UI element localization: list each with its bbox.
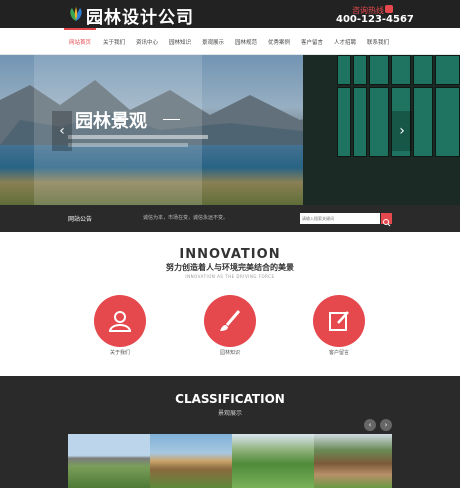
site-logo-text[interactable]: 园林设计公司: [86, 3, 194, 28]
feature-knowledge-button[interactable]: [204, 295, 256, 347]
phone-icon: [385, 5, 393, 13]
feature-messages-label[interactable]: 客户留言: [309, 349, 369, 356]
innovation-subtitle: 努力创造着人与环境完美结合的美景: [166, 263, 294, 272]
nav-item-contact[interactable]: 联系我们: [362, 28, 394, 55]
nav-item-news[interactable]: 资讯中心: [131, 28, 163, 55]
hero-title: 园林景观: [75, 111, 147, 132]
notice-text: 诚信为本，市场在变，诚信永远不变。: [143, 215, 229, 221]
hero-next-arrow-icon[interactable]: ›: [392, 111, 412, 151]
gallery-image-4[interactable]: [314, 434, 392, 488]
nav-item-showcase[interactable]: 景观展示: [197, 28, 229, 55]
main-nav: 网站首页 关于我们 资讯中心 园林知识 景观展示 园林规范 优秀案例 客户留言 …: [0, 28, 460, 55]
gallery-image-2[interactable]: [150, 434, 232, 488]
top-header: 园林设计公司 咨询热线 400-123-4567: [0, 0, 460, 28]
feature-knowledge-label[interactable]: 园林知识: [200, 349, 260, 356]
leaf-logo-icon: [70, 7, 82, 21]
hero-prev-arrow-icon[interactable]: ‹: [52, 111, 72, 151]
innovation-english: INNOVATION AS THE DRIVING FORCE: [185, 274, 275, 279]
nav-item-jobs[interactable]: 人才招聘: [329, 28, 361, 55]
hero-title-line: [163, 119, 180, 120]
nav-item-cases[interactable]: 优秀案例: [263, 28, 295, 55]
user-icon: [108, 311, 132, 332]
classification-title: CLASSIFICATION: [175, 392, 285, 406]
feature-messages-button[interactable]: [313, 295, 365, 347]
gallery-image-3[interactable]: [232, 434, 314, 488]
hotline-number: 400-123-4567: [336, 14, 414, 25]
feature-about-button[interactable]: [94, 295, 146, 347]
feature-about-label[interactable]: 关于我们: [90, 349, 150, 356]
notice-bar: 网站公告 诚信为本，市场在变，诚信永远不变。: [0, 205, 460, 232]
nav-item-standards[interactable]: 园林规范: [230, 28, 262, 55]
nav-item-knowledge[interactable]: 园林知识: [164, 28, 196, 55]
innovation-title: INNOVATION: [179, 247, 281, 262]
nav-item-about[interactable]: 关于我们: [98, 28, 130, 55]
gallery-prev-arrow-icon[interactable]: ‹: [364, 419, 376, 431]
hero-subtext: [68, 135, 208, 139]
search-icon: [383, 219, 391, 227]
search-button[interactable]: [381, 213, 392, 227]
nav-item-home[interactable]: 网站首页: [64, 28, 96, 55]
gallery-image-1[interactable]: [68, 434, 150, 488]
nav-item-messages[interactable]: 客户留言: [296, 28, 328, 55]
glass-building-image: [303, 55, 460, 205]
gallery-next-arrow-icon[interactable]: ›: [380, 419, 392, 431]
hero-subtext-2: [68, 143, 188, 147]
search-input[interactable]: [300, 213, 380, 224]
notice-title: 网站公告: [68, 216, 93, 223]
edit-icon: [329, 311, 349, 331]
brush-icon: [220, 310, 241, 331]
classification-subtitle: 景观展示: [217, 410, 242, 417]
